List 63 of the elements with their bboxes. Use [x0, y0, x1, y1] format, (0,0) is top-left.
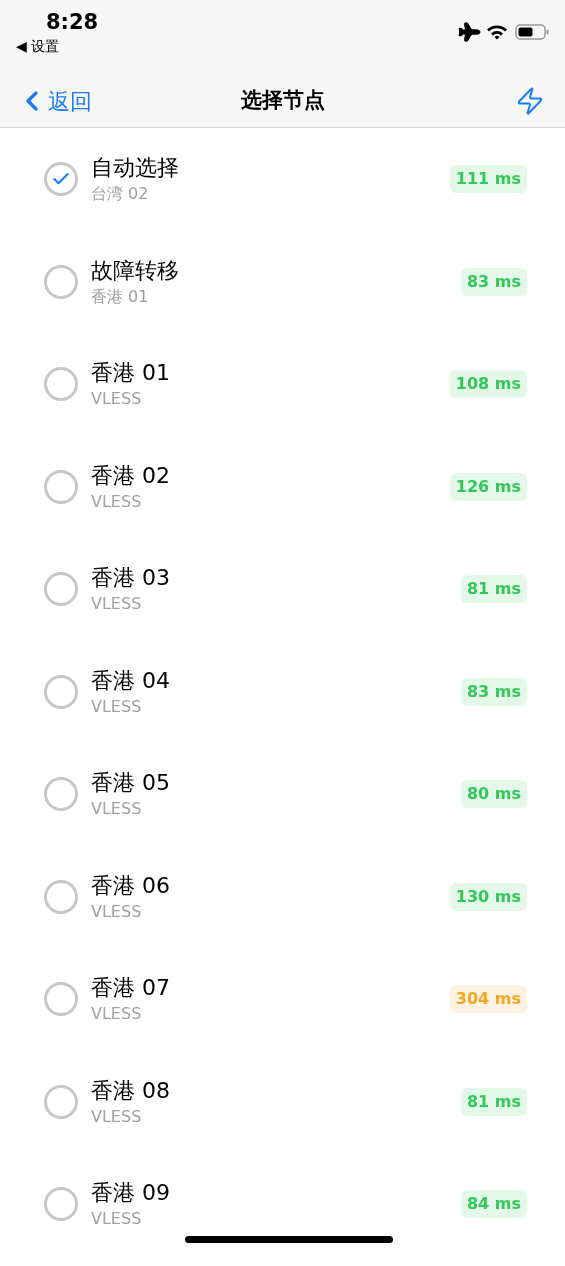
node-row[interactable]: 香港 08 VLESS 81 ms: [0, 1050, 565, 1153]
node-subtitle: 香港 01: [91, 285, 150, 308]
radio-button[interactable]: [44, 367, 78, 402]
radio-button[interactable]: [44, 1187, 78, 1222]
latency-badge: 81 ms: [460, 1087, 527, 1116]
node-subtitle: VLESS: [91, 900, 143, 923]
node-subtitle: VLESS: [91, 695, 143, 718]
radio-button[interactable]: [44, 777, 78, 812]
node-row[interactable]: 香港 09 VLESS 84 ms: [0, 1153, 565, 1256]
node-subtitle: VLESS: [91, 593, 143, 616]
node-row[interactable]: 香港 07 VLESS 304 ms: [0, 948, 565, 1051]
node-name: 香港 09: [91, 1179, 171, 1208]
node-name: 香港 01: [91, 359, 171, 388]
node-name: 香港 08: [91, 1076, 171, 1105]
speed-test-button[interactable]: [515, 86, 545, 116]
lightning-icon: [515, 86, 545, 116]
battery-icon: [515, 24, 549, 40]
node-row[interactable]: 香港 03 VLESS 81 ms: [0, 538, 565, 641]
radio-button[interactable]: [44, 469, 78, 504]
status-time: 8:28: [46, 9, 99, 36]
radio-button[interactable]: [44, 982, 78, 1017]
node-name: 香港 03: [91, 564, 171, 593]
latency-badge: 80 ms: [460, 780, 527, 809]
back-to-app-link[interactable]: ◀ 设置: [16, 36, 99, 56]
radio-button[interactable]: [44, 572, 78, 607]
latency-badge: 304 ms: [449, 985, 527, 1014]
node-name: 香港 07: [91, 974, 171, 1003]
node-subtitle: VLESS: [91, 1003, 143, 1026]
node-subtitle: VLESS: [91, 1208, 143, 1231]
wifi-icon: [486, 24, 508, 40]
node-row[interactable]: 香港 06 VLESS 130 ms: [0, 845, 565, 948]
latency-badge: 111 ms: [449, 165, 527, 194]
node-row[interactable]: 香港 04 VLESS 83 ms: [0, 640, 565, 743]
latency-badge: 83 ms: [460, 677, 527, 706]
latency-badge: 83 ms: [460, 267, 527, 296]
node-name: 故障转移: [91, 256, 180, 285]
latency-badge: 81 ms: [460, 575, 527, 604]
node-name: 自动选择: [91, 154, 180, 183]
node-row[interactable]: 自动选择 台湾 02 111 ms: [0, 128, 565, 231]
node-row[interactable]: 香港 05 VLESS 80 ms: [0, 743, 565, 846]
node-name: 香港 04: [91, 666, 171, 695]
latency-badge: 84 ms: [460, 1190, 527, 1219]
radio-button[interactable]: [44, 1084, 78, 1119]
node-name: 香港 05: [91, 769, 171, 798]
radio-button[interactable]: [44, 264, 78, 299]
page-title: 选择节点: [240, 87, 325, 115]
node-subtitle: VLESS: [91, 1105, 143, 1128]
latency-badge: 130 ms: [449, 882, 527, 911]
latency-badge: 126 ms: [449, 472, 527, 501]
radio-button[interactable]: [44, 162, 78, 197]
back-button[interactable]: 返回: [16, 84, 92, 118]
node-row[interactable]: 香港 01 VLESS 108 ms: [0, 333, 565, 436]
node-subtitle: VLESS: [91, 490, 143, 513]
radio-button[interactable]: [44, 879, 78, 914]
node-row[interactable]: 香港 02 VLESS 126 ms: [0, 435, 565, 538]
node-subtitle: VLESS: [91, 388, 143, 411]
latency-badge: 108 ms: [449, 370, 527, 399]
node-subtitle: 台湾 02: [91, 183, 150, 206]
radio-button[interactable]: [44, 674, 78, 709]
node-name: 香港 06: [91, 871, 171, 900]
node-name: 香港 02: [91, 461, 171, 490]
node-row[interactable]: 故障转移 香港 01 83 ms: [0, 230, 565, 333]
node-subtitle: VLESS: [91, 798, 143, 821]
